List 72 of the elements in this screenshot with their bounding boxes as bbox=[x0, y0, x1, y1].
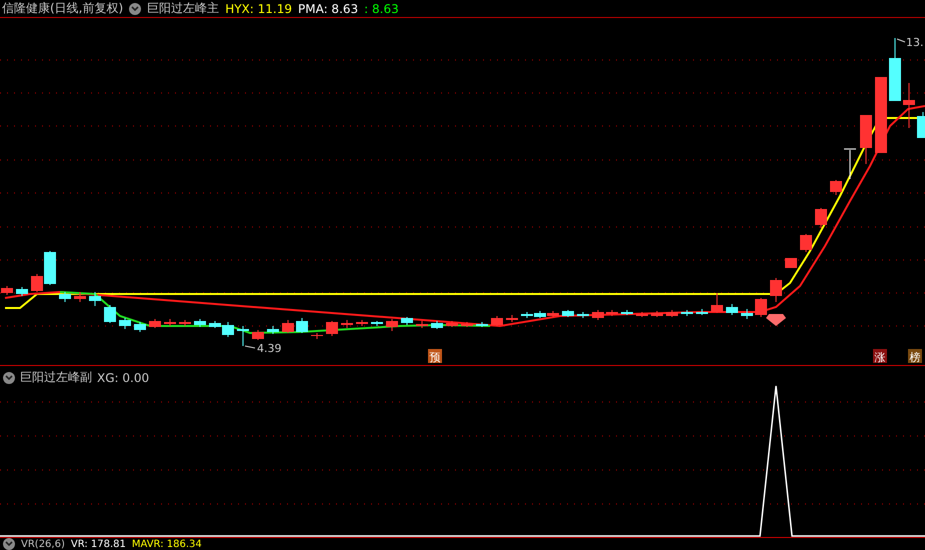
candlestick bbox=[844, 148, 856, 180]
candlestick bbox=[179, 320, 191, 326]
candlestick bbox=[446, 320, 458, 328]
candlestick bbox=[770, 278, 782, 302]
dropdown-icon[interactable] bbox=[129, 2, 142, 14]
signal-tag: 榜 bbox=[908, 349, 922, 364]
candlestick bbox=[815, 208, 827, 228]
candlestick bbox=[164, 318, 176, 326]
signal-tag: 预 bbox=[428, 349, 442, 364]
candlestick bbox=[282, 320, 294, 334]
candlestick bbox=[889, 38, 901, 101]
candlestick bbox=[311, 332, 323, 340]
candlestick bbox=[416, 320, 428, 328]
candlestick bbox=[1, 286, 13, 296]
candlestick bbox=[726, 304, 738, 316]
candlestick bbox=[74, 292, 86, 302]
dropdown-icon[interactable] bbox=[3, 372, 15, 384]
candlestick bbox=[621, 310, 633, 316]
indicator-name: 巨阳过左峰主 bbox=[147, 0, 220, 17]
candlestick bbox=[903, 82, 915, 128]
candlestick bbox=[386, 318, 398, 332]
indicator-reading: VR: 178.81 bbox=[70, 538, 126, 550]
candlestick bbox=[506, 314, 518, 322]
indicator-reading: XG: 0.00 bbox=[97, 370, 150, 384]
signal-tag: 涨 bbox=[873, 349, 887, 364]
candlestick bbox=[119, 318, 131, 330]
candlestick bbox=[651, 310, 663, 318]
candlestick bbox=[401, 316, 413, 326]
candlestick bbox=[296, 318, 308, 334]
candlestick bbox=[461, 322, 473, 328]
candlestick bbox=[800, 234, 812, 252]
candlestick bbox=[326, 320, 338, 336]
candlestick bbox=[577, 312, 589, 318]
candlestick bbox=[491, 316, 503, 326]
candlestick bbox=[696, 308, 708, 316]
candlestick bbox=[666, 310, 678, 318]
candlestick bbox=[476, 322, 488, 328]
candlestick bbox=[371, 320, 383, 326]
candlestick bbox=[194, 318, 206, 328]
candlestick bbox=[917, 112, 925, 138]
indicator-reading: : 8.63 bbox=[364, 2, 399, 16]
dropdown-icon[interactable] bbox=[3, 538, 15, 550]
candlestick bbox=[341, 320, 353, 328]
indicator-reading: PMA: 8.63 bbox=[298, 2, 358, 16]
stock-title: 信隆健康(日线,前复权) bbox=[2, 0, 124, 17]
candlestick bbox=[149, 318, 161, 328]
indicator-name: 巨阳过左峰副 bbox=[20, 369, 92, 386]
indicator-reading: MAVR: 186.34 bbox=[132, 538, 202, 550]
candlestick bbox=[237, 326, 249, 346]
candlestick bbox=[785, 258, 797, 268]
candlestick bbox=[741, 308, 753, 320]
candlestick bbox=[860, 115, 872, 164]
candlestick bbox=[104, 304, 116, 324]
indicator-reading: HYX: 11.19 bbox=[225, 2, 292, 16]
candlestick bbox=[755, 298, 767, 318]
candlestick bbox=[830, 180, 842, 196]
diamond-icon bbox=[766, 314, 786, 326]
candlestick bbox=[592, 310, 604, 320]
candlestick bbox=[431, 320, 443, 330]
candlestick bbox=[562, 310, 574, 318]
candlestick bbox=[89, 292, 101, 306]
candlestick bbox=[681, 310, 693, 316]
candlestick bbox=[606, 310, 618, 316]
candlestick bbox=[267, 326, 279, 334]
candlestick bbox=[711, 292, 723, 314]
candlestick bbox=[59, 292, 71, 302]
candlestick bbox=[16, 286, 28, 296]
candlestick bbox=[252, 330, 264, 340]
candlestick bbox=[636, 312, 648, 318]
indicator-reading: VR(26,6) bbox=[21, 538, 65, 550]
candlestick bbox=[356, 320, 368, 326]
candlestick bbox=[134, 322, 146, 332]
